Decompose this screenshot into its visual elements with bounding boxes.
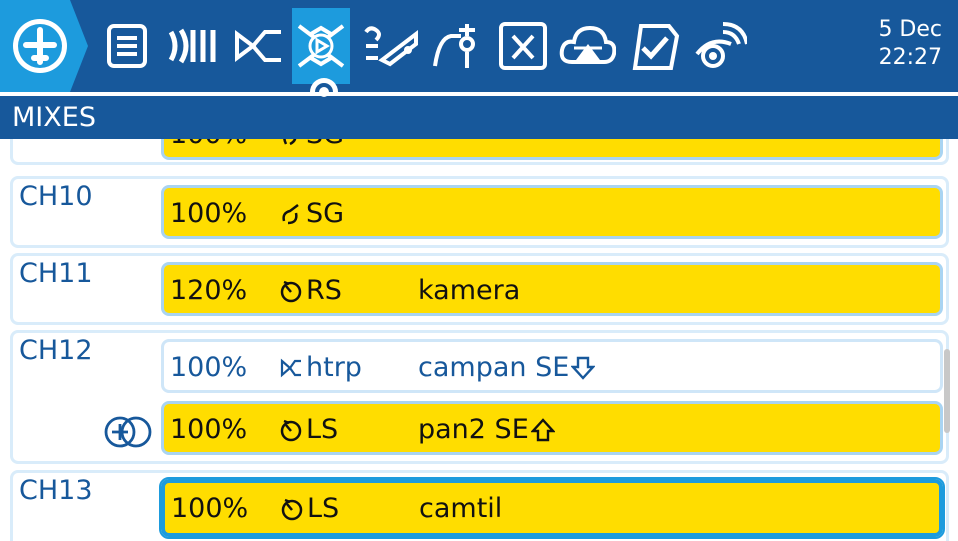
mix-name: camtil: [419, 493, 503, 524]
mixes-icon: [297, 24, 345, 68]
mix-weight: 100%: [170, 414, 248, 445]
top-bar: 5 Dec 22:27: [0, 0, 958, 92]
mix-line[interactable]: 100% SG: [161, 185, 943, 239]
mix-name-label: campan SE: [418, 352, 570, 383]
inputs-icon: [235, 30, 281, 62]
tab-logical-switches[interactable]: [558, 8, 616, 84]
switch-icon: [283, 139, 297, 145]
channel-label: CH11: [19, 258, 93, 289]
mix-line-selected[interactable]: 100% LS camtil: [159, 477, 945, 539]
mix-weight: 100%: [170, 198, 248, 229]
mix-line[interactable]: 100% htrp campan SE: [161, 339, 943, 393]
special-functions-icon: [632, 24, 680, 70]
pot-icon: [280, 419, 302, 441]
channel-row[interactable]: CH12 100% htrp campan SE 100% LS pan2 SE: [10, 330, 949, 464]
date-label: 5 Dec: [878, 17, 942, 42]
mix-weight: 120%: [170, 275, 248, 306]
mix-line[interactable]: 100% LS pan2 SE: [161, 401, 943, 455]
mix-source: SG: [278, 139, 344, 150]
mix-weight: 100%: [170, 352, 248, 383]
arrow-up-icon: [530, 417, 555, 441]
mix-source-label: SG: [306, 139, 344, 150]
global-variables-icon: [499, 22, 547, 70]
mix-name: campan SE: [418, 352, 596, 383]
tab-inputs[interactable]: [230, 8, 288, 84]
scrollbar[interactable]: [944, 349, 950, 433]
channel-row[interactable]: 100% SG: [10, 139, 949, 165]
mix-source-label: LS: [306, 414, 339, 445]
mix-source: SG: [278, 198, 344, 229]
model-home-tab[interactable]: [0, 0, 88, 92]
mix-source-label: RS: [306, 275, 342, 306]
mix-weight: 100%: [170, 139, 247, 150]
tab-special-functions[interactable]: [626, 8, 684, 84]
tab-curves[interactable]: [428, 8, 486, 84]
mix-weight: 100%: [171, 493, 249, 524]
model-home-icon: [0, 0, 88, 92]
outputs-icon: [364, 26, 418, 67]
curves-icon: [433, 24, 475, 68]
tab-model-setup[interactable]: [98, 8, 156, 84]
mix-source: LS: [278, 414, 338, 445]
channel-row[interactable]: CH13 100% LS camtil: [10, 470, 949, 541]
page-title: MIXES: [12, 102, 96, 133]
mix-source: htrp: [278, 352, 362, 383]
channel-row[interactable]: CH11 120% RS kamera: [10, 253, 949, 325]
logical-switches-icon: [559, 25, 616, 64]
tab-flight-modes[interactable]: [164, 8, 222, 84]
telemetry-icon: [695, 22, 747, 68]
page-header: MIXES: [0, 96, 958, 139]
pot-icon: [280, 280, 302, 302]
channel-label: CH10: [19, 181, 93, 212]
mix-source-label: htrp: [306, 352, 362, 383]
model-setup-icon: [107, 24, 147, 68]
mix-source-label: LS: [307, 493, 340, 524]
mix-source: LS: [279, 493, 339, 524]
input-icon: [280, 358, 301, 377]
tab-telemetry[interactable]: [690, 8, 748, 84]
tab-mixes[interactable]: [292, 8, 350, 84]
date-time: 5 Dec 22:27: [878, 16, 942, 72]
mix-source-label: SG: [306, 198, 345, 229]
flight-modes-icon: [168, 28, 216, 64]
switch-icon: [282, 203, 299, 224]
channel-label: CH12: [19, 335, 93, 366]
mix-name-label: pan2 SE: [418, 414, 529, 445]
mix-line[interactable]: 120% RS kamera: [161, 262, 943, 316]
mix-source: RS: [278, 275, 342, 306]
pot-icon: [281, 498, 303, 520]
channel-label: CH13: [19, 475, 93, 506]
mix-name: kamera: [418, 275, 521, 306]
mix-line[interactable]: 100% SG: [161, 139, 943, 160]
mix-name: pan2 SE: [418, 414, 555, 445]
multiplex-add-icon: [104, 416, 152, 448]
channel-row[interactable]: CH10 100% SG: [10, 176, 949, 248]
mixes-list[interactable]: 100% SG CH10 100% SG CH11 120% RS kamera: [0, 139, 958, 541]
arrow-down-icon: [571, 356, 596, 380]
tab-global-variables[interactable]: [494, 8, 552, 84]
tab-outputs[interactable]: [360, 8, 418, 84]
time-label: 22:27: [878, 45, 942, 70]
